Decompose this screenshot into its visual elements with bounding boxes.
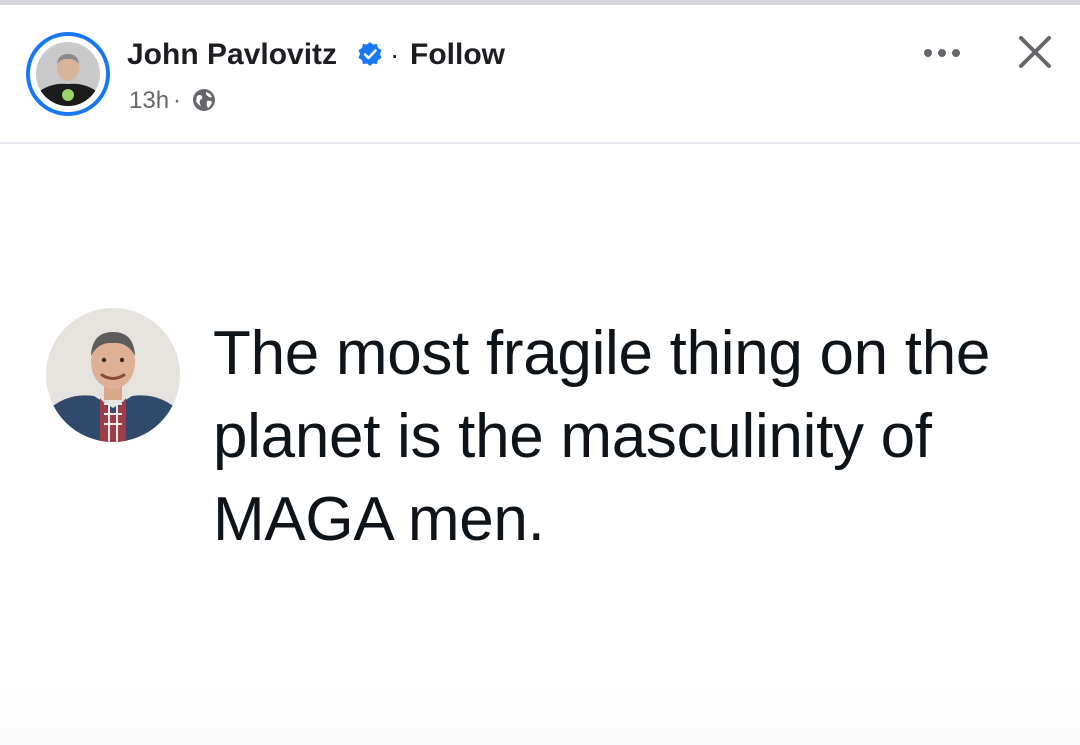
post-header: John Pavlovitz · Follow 13h · xyxy=(0,5,1080,142)
globe-icon xyxy=(191,87,217,113)
bottom-fade xyxy=(0,690,1080,745)
tweet-author-avatar xyxy=(46,308,180,442)
author-name[interactable]: John Pavlovitz xyxy=(127,35,337,75)
avatar-image xyxy=(36,42,100,106)
close-icon[interactable] xyxy=(1013,30,1057,74)
author-avatar[interactable] xyxy=(26,32,110,116)
timestamp-separator: · xyxy=(173,87,181,114)
post-timestamp[interactable]: 13h xyxy=(129,85,169,117)
tweet-text: The most fragile thing on the planet is … xyxy=(213,319,991,554)
verified-badge-icon xyxy=(357,41,383,67)
more-options-icon[interactable] xyxy=(918,41,966,65)
shared-tweet-image[interactable]: The most fragile thing on the planet is … xyxy=(0,144,1080,745)
follow-button[interactable]: Follow xyxy=(410,35,505,75)
name-follow-separator: · xyxy=(390,39,400,70)
